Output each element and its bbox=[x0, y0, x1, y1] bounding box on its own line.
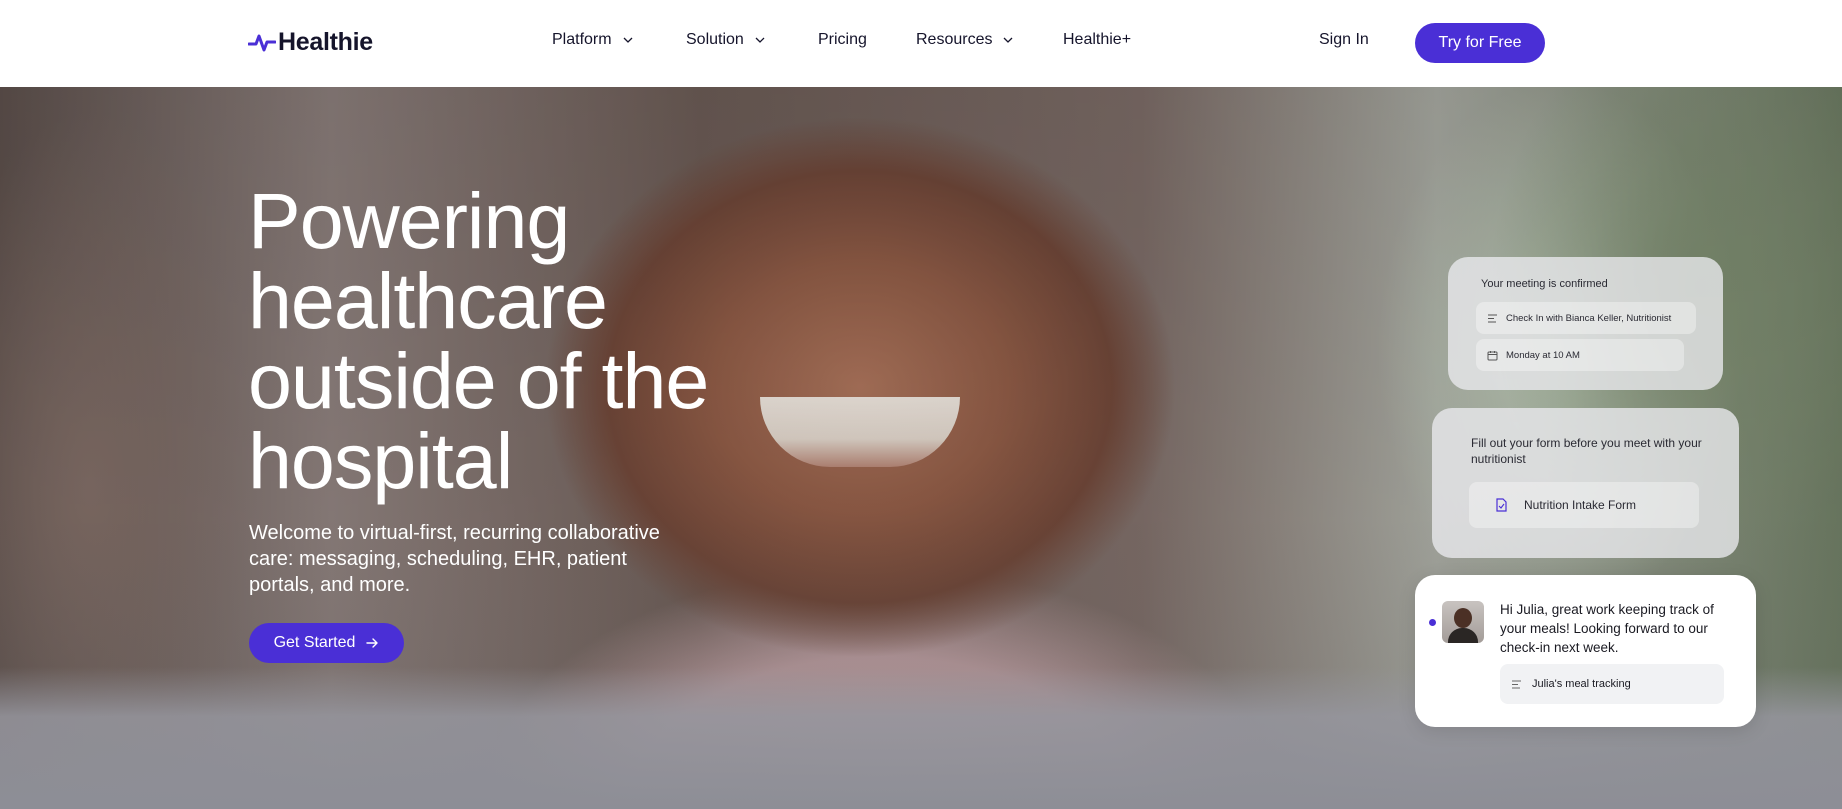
form-name: Nutrition Intake Form bbox=[1524, 498, 1637, 512]
pulse-logo-icon bbox=[248, 34, 276, 52]
meeting-confirmed-card: Your meeting is confirmed Check In with … bbox=[1448, 257, 1723, 390]
chevron-down-icon bbox=[1004, 37, 1013, 43]
meeting-detail-pill: Check In with Bianca Keller, Nutritionis… bbox=[1476, 302, 1696, 334]
calendar-icon bbox=[1487, 350, 1498, 360]
unread-dot bbox=[1429, 619, 1436, 626]
attachment-pill[interactable]: Julia's meal tracking bbox=[1500, 664, 1724, 704]
nav-solution-label: Solution bbox=[686, 31, 744, 48]
get-started-label: Get Started bbox=[273, 634, 356, 651]
text-lines-icon bbox=[1512, 680, 1521, 688]
chevron-down-icon bbox=[623, 37, 633, 43]
nav-platform-label: Platform bbox=[552, 31, 612, 48]
nav-healthie-plus[interactable]: Healthie+ bbox=[1063, 31, 1131, 49]
hero-section: Powering healthcare outside of the hospi… bbox=[0, 87, 1842, 809]
nav-pricing-label: Pricing bbox=[818, 31, 867, 48]
nav-platform[interactable]: Platform bbox=[552, 31, 634, 49]
intake-form-card: Fill out your form before you meet with … bbox=[1432, 408, 1739, 558]
hero-subtitle: Welcome to virtual-first, recurring coll… bbox=[249, 522, 660, 596]
get-started-button[interactable]: Get Started bbox=[249, 623, 404, 663]
brand-name: Healthie bbox=[278, 27, 373, 56]
brand-logo[interactable]: Healthie bbox=[248, 27, 373, 57]
nav-healthie-plus-label: Healthie+ bbox=[1063, 31, 1132, 48]
meeting-time: Monday at 10 AM bbox=[1506, 349, 1580, 361]
document-icon bbox=[1496, 498, 1507, 512]
hero-title: Powering healthcare outside of the hospi… bbox=[248, 176, 709, 505]
sign-in-link[interactable]: Sign In bbox=[1319, 31, 1369, 49]
avatar bbox=[1442, 601, 1484, 643]
try-for-free-button[interactable]: Try for Free bbox=[1415, 23, 1545, 63]
nav-resources-label: Resources bbox=[916, 31, 993, 48]
message-card: Hi Julia, great work keeping track of yo… bbox=[1415, 575, 1756, 727]
nav-pricing[interactable]: Pricing bbox=[818, 31, 867, 49]
meeting-card-title: Your meeting is confirmed bbox=[1481, 278, 1608, 290]
form-link-pill[interactable]: Nutrition Intake Form bbox=[1469, 482, 1699, 528]
meeting-time-pill: Monday at 10 AM bbox=[1476, 339, 1684, 371]
form-card-title: Fill out your form before you meet with … bbox=[1471, 436, 1702, 466]
text-lines-icon bbox=[1488, 314, 1497, 322]
attachment-name: Julia's meal tracking bbox=[1532, 678, 1631, 690]
arrow-right-icon bbox=[366, 638, 379, 648]
chevron-down-icon bbox=[755, 37, 765, 43]
nav-solution[interactable]: Solution bbox=[686, 31, 766, 49]
message-text: Hi Julia, great work keeping track of yo… bbox=[1500, 602, 1714, 655]
site-header: Healthie Platform Solution Pricing Resou… bbox=[0, 0, 1842, 87]
nav-resources[interactable]: Resources bbox=[916, 31, 1014, 49]
meeting-detail: Check In with Bianca Keller, Nutritionis… bbox=[1506, 312, 1672, 324]
